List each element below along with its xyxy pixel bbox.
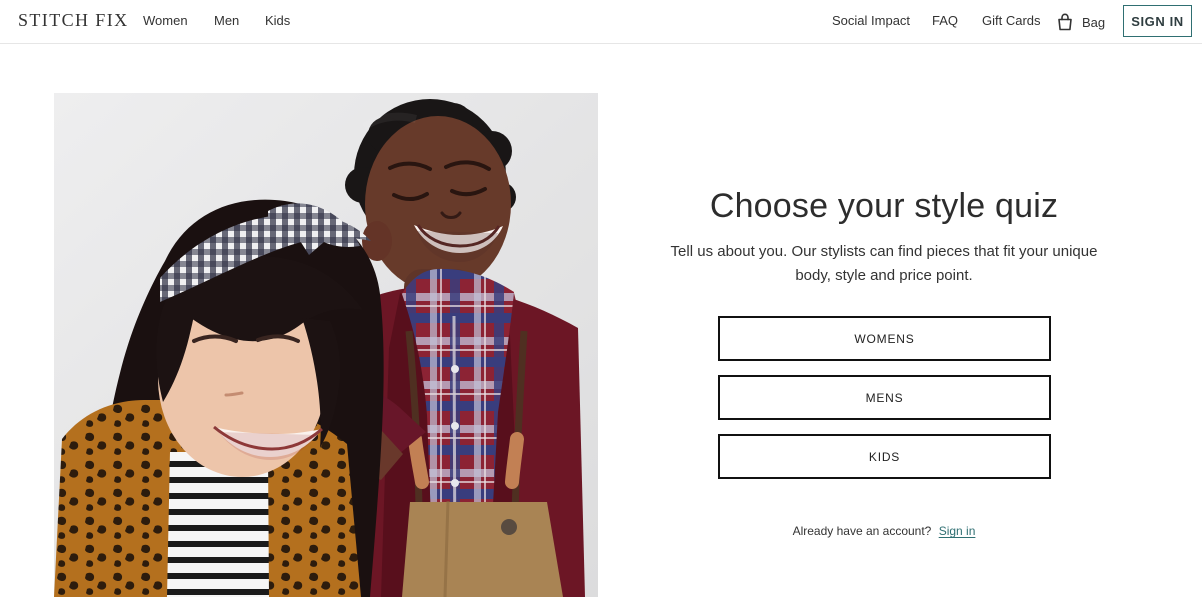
nav-link-social-impact[interactable]: Social Impact xyxy=(832,13,910,28)
brand-logo[interactable]: STITCH FIX xyxy=(18,10,129,31)
kids-quiz-button[interactable]: KIDS xyxy=(718,434,1051,479)
bag-label: Bag xyxy=(1082,14,1106,30)
account-prompt: Already have an account? Sign in xyxy=(640,524,1128,538)
mens-quiz-button[interactable]: MENS xyxy=(718,375,1051,420)
style-quiz-panel: Choose your style quiz Tell us about you… xyxy=(640,183,1128,538)
sign-in-button[interactable]: SIGN IN xyxy=(1123,5,1192,37)
nav-link-kids[interactable]: Kids xyxy=(265,13,290,28)
nav-link-women[interactable]: Women xyxy=(143,13,188,28)
shopping-bag-icon xyxy=(1056,12,1074,32)
page-subtitle: Tell us about you. Our stylists can find… xyxy=(670,243,1098,284)
nav-link-gift-cards[interactable]: Gift Cards xyxy=(982,13,1041,28)
quiz-options: WOMENS MENS KIDS xyxy=(718,316,1051,493)
nav-link-men[interactable]: Men xyxy=(214,13,239,28)
nav-link-faq[interactable]: FAQ xyxy=(932,13,958,28)
account-prompt-text: Already have an account? xyxy=(792,524,932,538)
hero-image xyxy=(54,93,598,597)
page-title: Choose your style quiz xyxy=(709,187,1059,225)
top-navigation: STITCH FIX Women Men Kids Social Impact … xyxy=(0,0,1202,44)
sign-in-link[interactable]: Sign in xyxy=(939,524,976,538)
womens-quiz-button[interactable]: WOMENS xyxy=(718,316,1051,361)
bag-link[interactable]: Bag xyxy=(1056,10,1105,34)
